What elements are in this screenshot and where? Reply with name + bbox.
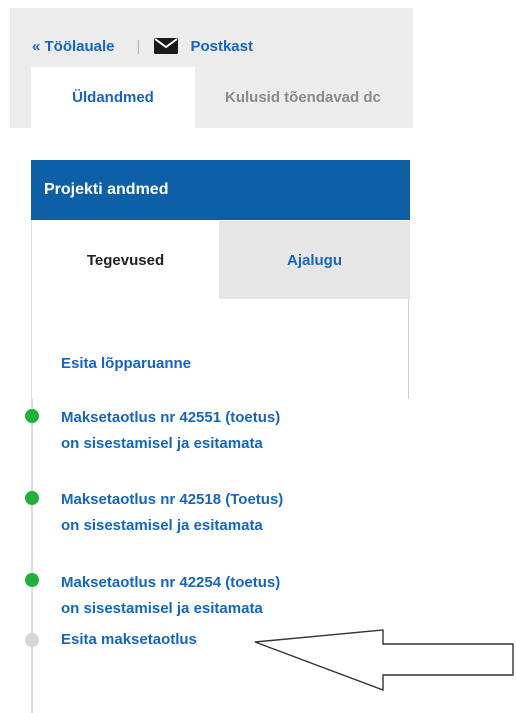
pointer-arrow-annotation (254, 629, 514, 692)
page: « Töölauale | Postkast Üldandmed Kulusid… (0, 0, 516, 713)
